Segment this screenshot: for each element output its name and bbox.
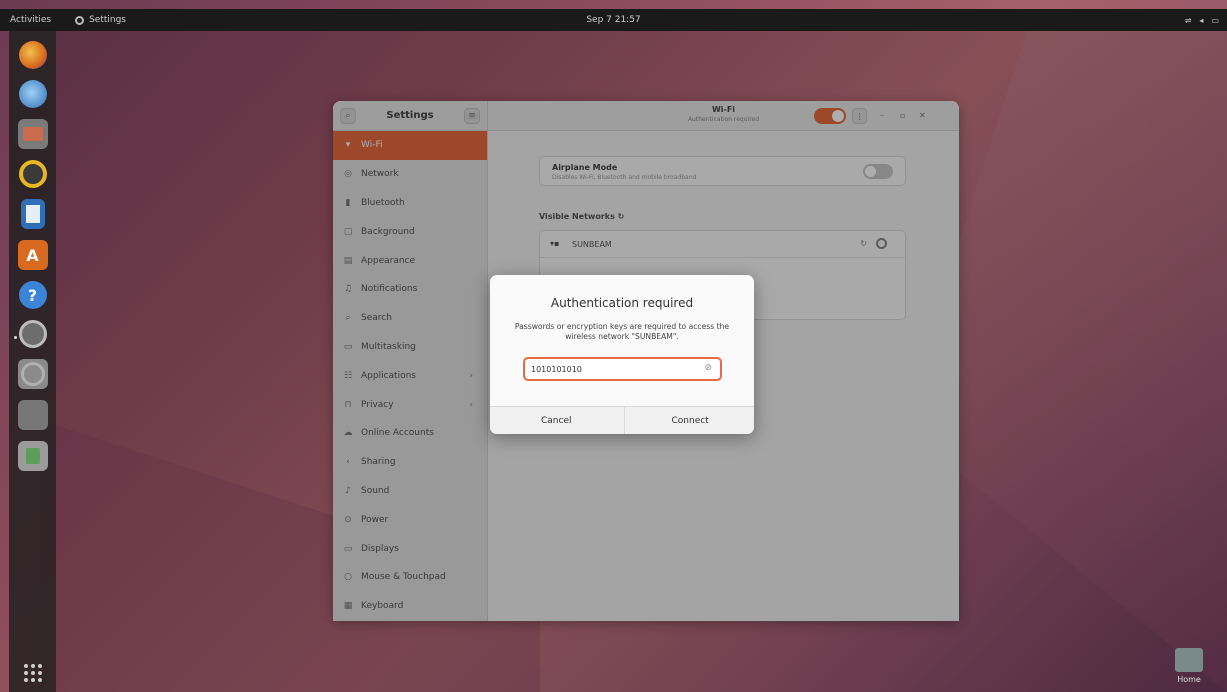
settings-app-icon[interactable] bbox=[13, 320, 47, 348]
thunderbird-icon[interactable] bbox=[18, 80, 47, 108]
cancel-button[interactable]: Cancel bbox=[490, 407, 624, 434]
app-menu[interactable]: Settings bbox=[75, 15, 126, 25]
battery-icon: ▭ bbox=[1211, 15, 1219, 25]
show-apps-icon[interactable] bbox=[24, 664, 42, 682]
system-tray[interactable]: ⇌ ◂ ▭ bbox=[1185, 16, 1219, 25]
dialog-actions: Cancel Connect bbox=[490, 406, 754, 434]
hide-password-icon[interactable]: ⊘ bbox=[704, 363, 712, 373]
clock-container: Sep 7 21:57 bbox=[0, 15, 1227, 25]
volume-icon: ◂ bbox=[1199, 15, 1204, 25]
network-icon: ⇌ bbox=[1184, 15, 1192, 25]
dock: ? bbox=[9, 31, 56, 692]
dialog-message: Passwords or encryption keys are require… bbox=[514, 322, 730, 341]
disc-icon[interactable] bbox=[17, 359, 48, 389]
libreoffice-writer-icon[interactable] bbox=[20, 199, 45, 229]
activities-button[interactable]: Activities bbox=[10, 15, 51, 25]
dialog-title: Authentication required bbox=[550, 296, 694, 310]
password-field[interactable]: ⊘ bbox=[523, 357, 722, 381]
auth-dialog: Authentication required Passwords or enc… bbox=[490, 275, 754, 434]
drive-icon[interactable] bbox=[17, 400, 48, 430]
password-input[interactable] bbox=[531, 362, 691, 376]
files-icon[interactable] bbox=[17, 119, 48, 149]
rhythmbox-icon[interactable] bbox=[18, 160, 47, 188]
gear-icon bbox=[75, 15, 85, 25]
running-indicator bbox=[13, 336, 17, 339]
firefox-icon[interactable] bbox=[18, 41, 47, 69]
help-icon[interactable]: ? bbox=[18, 281, 47, 309]
desktop-home-folder[interactable]: Home bbox=[1171, 648, 1207, 684]
desktop-home-label: Home bbox=[1177, 675, 1201, 684]
home-folder-icon bbox=[1175, 648, 1203, 672]
trash-icon[interactable] bbox=[17, 441, 48, 471]
top-bar: Activities Settings Sep 7 21:57 ⇌ ◂ ▭ bbox=[0, 9, 1227, 31]
clock[interactable]: Sep 7 21:57 bbox=[586, 15, 640, 25]
ubuntu-software-icon[interactable] bbox=[17, 240, 48, 270]
app-menu-label: Settings bbox=[89, 15, 126, 25]
connect-button[interactable]: Connect bbox=[623, 407, 755, 434]
